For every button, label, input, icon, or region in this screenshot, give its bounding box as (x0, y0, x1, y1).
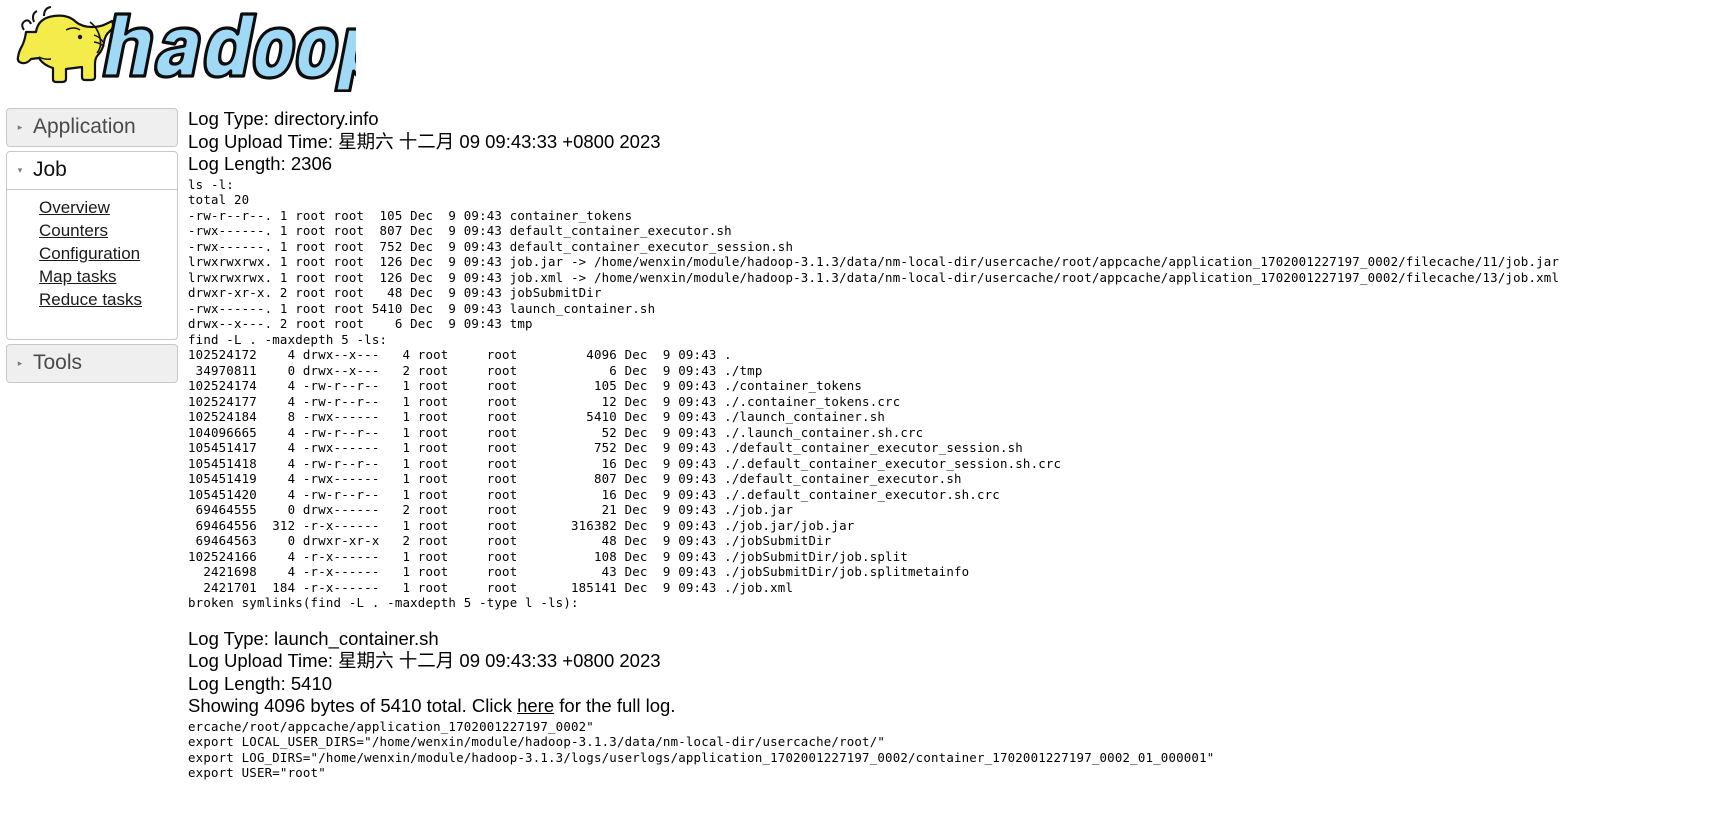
sidebar-section-application: ▸ Application (6, 108, 178, 147)
log-entry-directory-info: Log Type: directory.info Log Upload Time… (188, 108, 1711, 611)
sidebar-header-tools-label: Tools (33, 351, 83, 374)
sidebar-job-links: Overview Counters Configuration Map task… (6, 190, 178, 340)
sidebar-item-counters[interactable]: Counters (7, 219, 177, 242)
sidebar-header-application[interactable]: ▸ Application (6, 108, 178, 147)
sidebar-item-reduce-tasks[interactable]: Reduce tasks (7, 288, 177, 311)
sidebar-section-tools: ▸ Tools (6, 344, 178, 383)
log-body-launch-container: ercache/root/appcache/application_170200… (188, 718, 1215, 781)
log-length: Log Length: 2306 (188, 153, 333, 174)
sidebar-header-job[interactable]: ▾ Job (6, 151, 178, 190)
sidebar-header-tools[interactable]: ▸ Tools (6, 344, 178, 383)
log-type: Log Type: launch_container.sh (188, 627, 439, 649)
chevron-right-icon: ▸ (17, 357, 23, 368)
log-upload-time: Log Upload Time: 星期六 十二月 09 09:43:33 +08… (188, 650, 661, 671)
chevron-down-icon: ▾ (17, 164, 23, 175)
log-content: Log Type: directory.info Log Upload Time… (188, 108, 1711, 840)
full-log-link[interactable]: here (517, 695, 554, 716)
hadoop-logo-image (16, 6, 356, 92)
showing-bytes-prefix: Showing 4096 bytes of 5410 total. Click (188, 695, 518, 716)
log-entry-launch-container: Log Type: launch_container.sh Log Upload… (188, 628, 1711, 781)
sidebar-header-job-label: Job (33, 158, 67, 181)
chevron-right-icon: ▸ (17, 121, 23, 132)
log-type: Log Type: directory.info (188, 108, 379, 129)
log-length: Log Length: 5410 (188, 672, 333, 694)
sidebar-item-overview[interactable]: Overview (7, 196, 177, 219)
log-upload-time: Log Upload Time: 星期六 十二月 09 09:43:33 +08… (188, 130, 661, 152)
log-body-directory-info: ls -l: total 20 -rw-r--r--. 1 root root … (188, 176, 1560, 611)
sidebar-item-configuration[interactable]: Configuration (7, 242, 177, 265)
hadoop-logo (0, 0, 370, 96)
hadoop-wordmark (101, 12, 356, 92)
sidebar-header-application-label: Application (33, 115, 136, 138)
sidebar: ▸ Application ▾ Job Overview Counters Co… (6, 108, 178, 387)
sidebar-item-map-tasks[interactable]: Map tasks (7, 265, 177, 288)
elephant-icon (16, 6, 115, 84)
showing-bytes-suffix: for the full log. (554, 695, 676, 716)
sidebar-section-job: ▾ Job Overview Counters Configuration Ma… (6, 151, 178, 340)
showing-bytes-notice: Showing 4096 bytes of 5410 total. Click … (188, 695, 1711, 718)
